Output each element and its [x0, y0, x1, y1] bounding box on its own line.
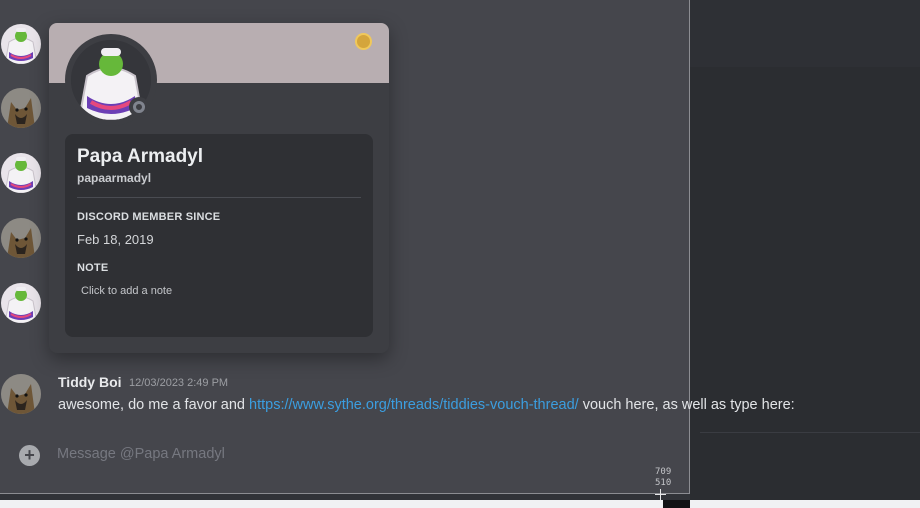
chat-area: Papa Armadyl papaarmadyl DISCORD MEMBER …	[0, 0, 795, 500]
avatar-papa-armadyl[interactable]	[1, 283, 41, 323]
message-timestamp: 12/03/2023 2:49 PM	[129, 377, 229, 389]
profile-display-name: Papa Armadyl	[77, 146, 204, 167]
selection-width: 709	[655, 467, 672, 477]
dog-avatar-icon	[1, 88, 41, 128]
namekian-avatar-icon	[1, 24, 41, 64]
taskbar-edge	[0, 500, 920, 508]
selection-size-readout: 709 510	[655, 467, 671, 489]
avatar-tiddy-boi[interactable]	[1, 88, 41, 128]
message-author[interactable]: Tiddy Boi	[58, 374, 122, 390]
profile-popout: Papa Armadyl papaarmadyl DISCORD MEMBER …	[49, 23, 389, 353]
avatar-papa-armadyl[interactable]	[1, 153, 41, 193]
message-link[interactable]: https://www.sythe.org/threads/tiddies-vo…	[249, 397, 579, 413]
member-since-title: DISCORD MEMBER SINCE	[77, 211, 221, 223]
right-panel-footer	[700, 432, 920, 492]
message-text-after: vouch here, as well as type here:	[578, 397, 795, 413]
avatar-tiddy-boi[interactable]	[1, 218, 41, 258]
avatar-papa-armadyl[interactable]	[1, 24, 41, 64]
offline-status-icon	[129, 97, 149, 117]
profile-divider	[77, 197, 361, 198]
avatar-tiddy-boi[interactable]	[1, 374, 41, 414]
note-title: NOTE	[77, 262, 109, 274]
nitro-badge-icon[interactable]	[355, 33, 372, 50]
selection-height: 510	[655, 478, 672, 488]
right-panel-header	[690, 0, 920, 67]
profile-username: papaarmadyl	[77, 171, 152, 185]
member-since-value: Feb 18, 2019	[77, 232, 154, 247]
namekian-avatar-icon	[1, 153, 41, 193]
profile-details: Papa Armadyl papaarmadyl DISCORD MEMBER …	[65, 134, 373, 337]
message-text-before: awesome, do me a favor and	[58, 397, 250, 413]
crosshair-cursor-icon	[655, 489, 666, 500]
plus-circle-icon[interactable]: +	[19, 445, 40, 466]
dog-avatar-icon	[1, 374, 41, 414]
namekian-avatar-icon	[1, 283, 41, 323]
right-panel	[690, 0, 920, 500]
message-content: awesome, do me a favor and https://www.s…	[58, 397, 795, 413]
message-input[interactable]: Message @Papa Armadyl	[57, 446, 225, 462]
note-input[interactable]: Click to add a note	[81, 285, 361, 297]
dog-avatar-icon	[1, 218, 41, 258]
